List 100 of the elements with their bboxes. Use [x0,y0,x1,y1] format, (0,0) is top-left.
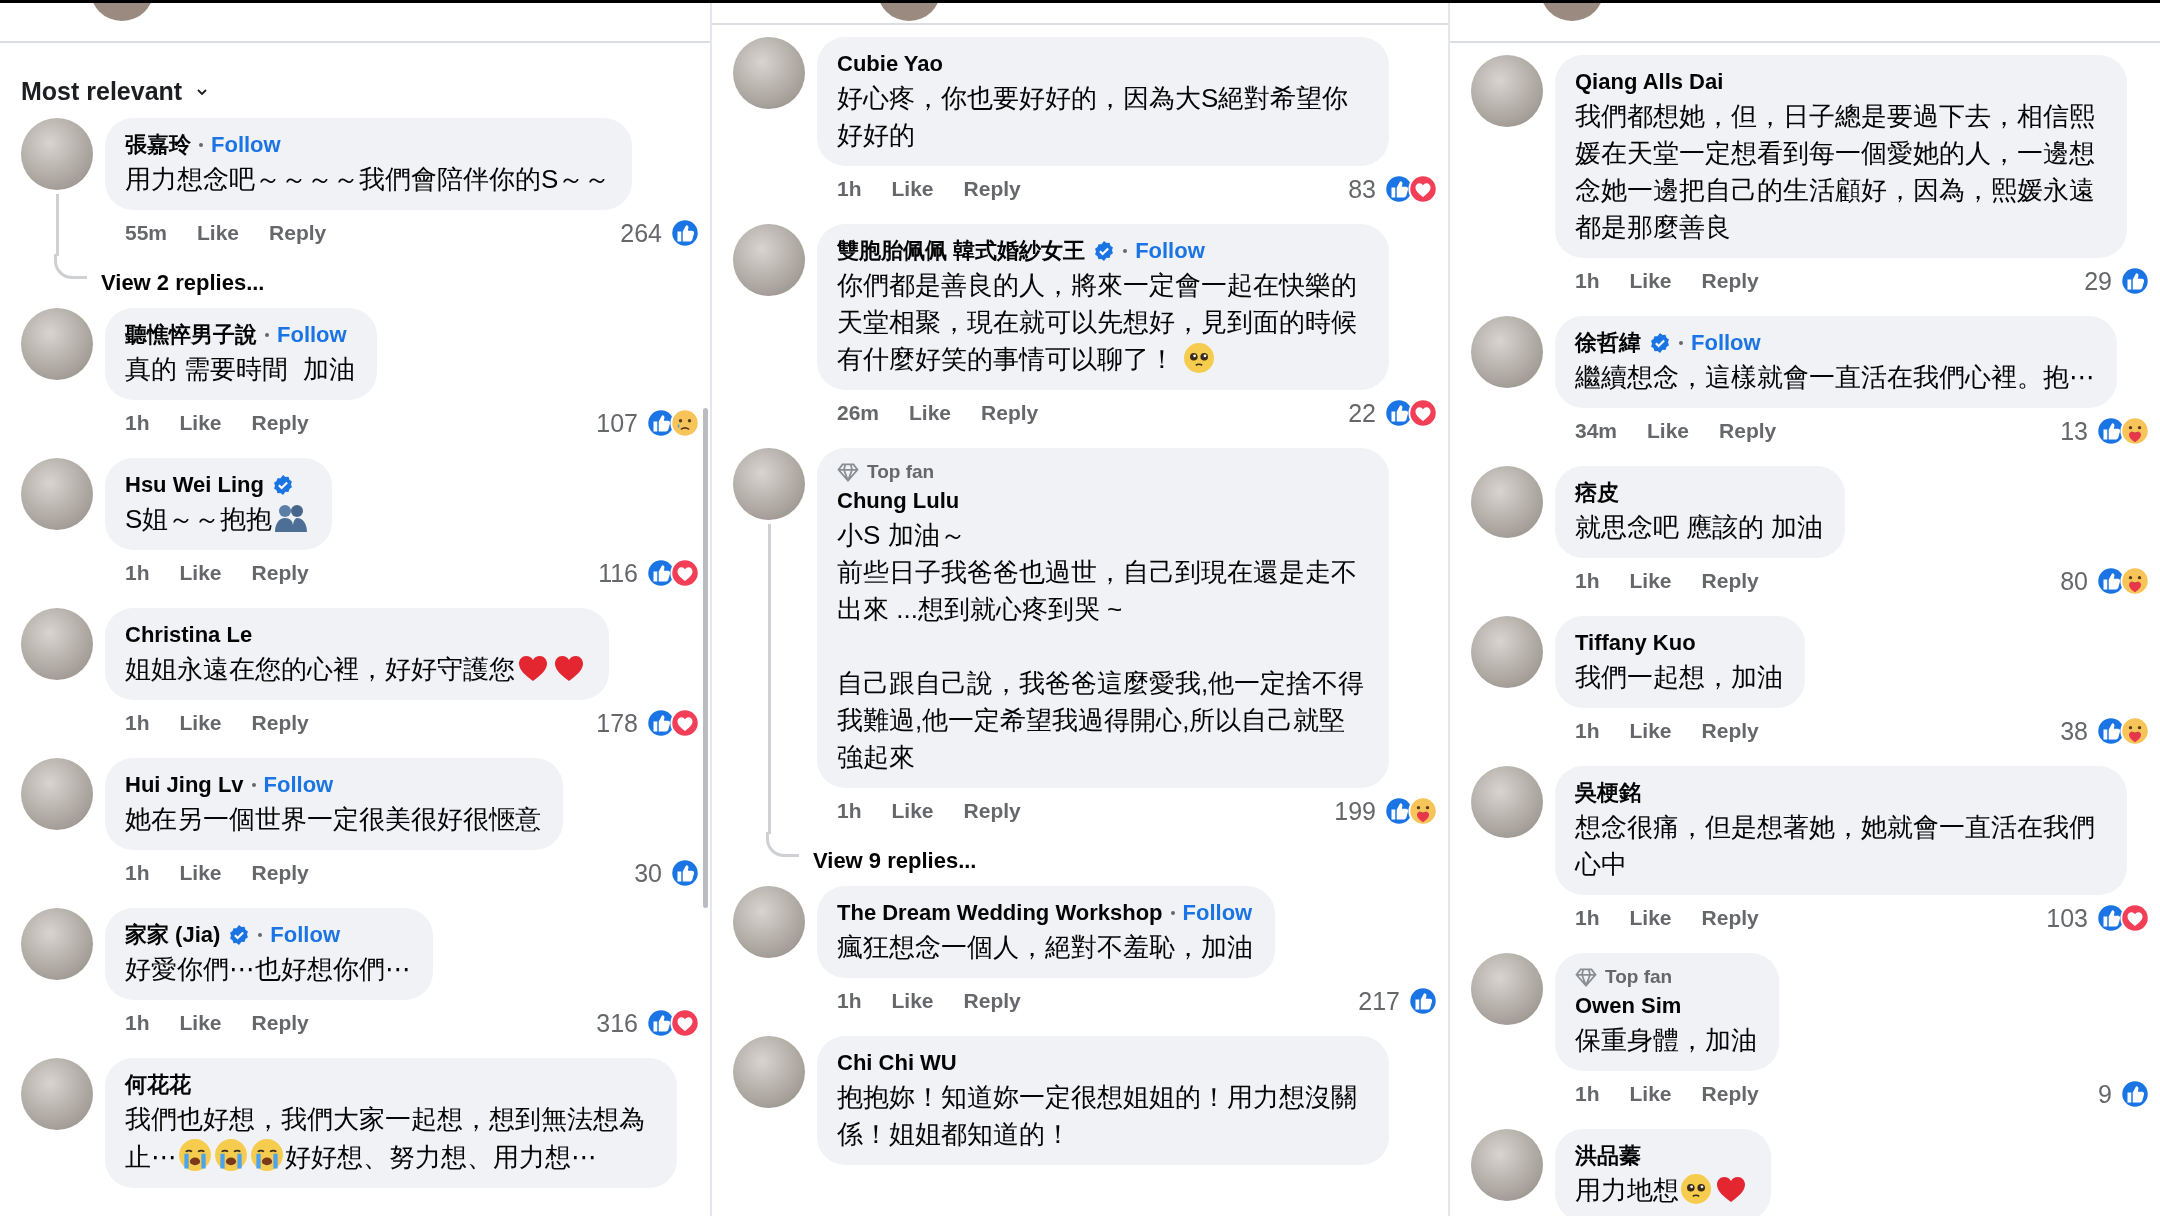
commenter-name[interactable]: Qiang Alls Dai [1575,69,1724,95]
reaction-count[interactable]: 199 [1334,796,1376,826]
reaction-count[interactable]: 83 [1348,174,1376,204]
reply-link[interactable]: Reply [269,221,327,245]
reaction-count[interactable]: 107 [596,408,638,438]
crying-face-icon [214,1138,248,1172]
like-link[interactable]: Like [1629,1082,1672,1106]
comment-text: 繼續想念，這樣就會一直活在我們心裡。抱⋯ [1575,361,2095,394]
reply-link[interactable]: Reply [251,1011,309,1035]
comment-time: 34m [1575,419,1618,443]
reaction-count[interactable]: 316 [596,1008,638,1038]
like-link[interactable]: Like [891,177,934,201]
comment-text: 真的 需要時間 加油 [125,353,355,386]
reaction-count[interactable]: 22 [1348,398,1376,428]
like-link[interactable]: Like [1647,419,1690,443]
commenter-name[interactable]: 何花花 [125,1070,191,1100]
reaction-count[interactable]: 38 [2060,716,2088,746]
reaction-count[interactable]: 13 [2060,416,2088,446]
commenter-name[interactable]: 吳梗銘 [1575,778,1641,808]
reply-link[interactable]: Reply [981,401,1039,425]
comment-text: 她在另一個世界一定很美很好很愜意 [125,803,541,836]
comment-text: 自己跟自己說，我爸爸這麼愛我,他一定捨不得我難過,他一定希望我過得開心,所以自己就堅強起來 [837,667,1366,774]
follow-link[interactable]: Follow [1182,900,1253,926]
reaction-count[interactable]: 30 [634,858,662,888]
follow-link[interactable]: Follow [277,322,347,348]
comment-time: 1h [125,1011,150,1035]
reaction-count[interactable]: 9 [2098,1079,2112,1109]
follow-link[interactable]: Follow [1135,238,1205,264]
reply-link[interactable]: Reply [1701,269,1759,293]
like-link[interactable]: Like [909,401,952,425]
like-link[interactable]: Like [1629,269,1672,293]
reaction-count[interactable]: 29 [2084,266,2112,296]
comment-text: 我們也好想，我們大家一起想，想到無法想為止⋯ 好好想、努力想、用力想⋯ [125,1103,646,1174]
reply-link[interactable]: Reply [1701,1082,1759,1106]
commenter-name[interactable]: 洪品蓁 [1575,1141,1641,1171]
comment-time: 1h [125,411,150,435]
follow-link[interactable]: Follow [270,922,340,948]
like-link[interactable]: Like [179,411,222,435]
comment-text: 姐姐永遠在您的心裡，好好守護您 [125,651,587,688]
reply-link[interactable]: Reply [251,711,309,735]
like-link[interactable]: Like [1629,906,1672,930]
commenter-name[interactable]: Owen Sim [1575,993,1682,1019]
view-replies-link[interactable]: View 9 replies... [813,848,977,874]
sort-dropdown[interactable]: Most relevant [21,77,183,106]
comment-time: 1h [837,799,862,823]
reply-link[interactable]: Reply [1719,419,1777,443]
like-link[interactable]: Like [179,861,222,885]
follow-link[interactable]: Follow [211,132,281,158]
commenter-name[interactable]: The Dream Wedding Workshop [837,900,1163,926]
reaction-count[interactable]: 80 [2060,566,2088,596]
follow-link[interactable]: Follow [1691,330,1761,356]
commenter-name[interactable]: Chi Chi WU [837,1050,957,1076]
commenter-name[interactable]: Chung Lulu [837,488,960,514]
reply-link[interactable]: Reply [251,861,309,885]
reaction-count[interactable]: 264 [620,218,662,248]
reply-link[interactable]: Reply [1701,906,1759,930]
commenter-name[interactable]: 聽憔悴男子說 [125,320,257,350]
commenter-name[interactable]: 雙胞胎佩佩 韓式婚紗女王 [837,236,1086,266]
like-link[interactable]: Like [1629,719,1672,743]
reaction-count[interactable]: 217 [1358,986,1400,1016]
reply-link[interactable]: Reply [1701,569,1759,593]
commenter-name[interactable]: Christina Le [125,622,253,648]
view-replies-link[interactable]: View 2 replies... [101,270,265,296]
reaction-count[interactable]: 116 [598,558,638,588]
like-link[interactable]: Like [891,989,934,1013]
reply-link[interactable]: Reply [251,411,309,435]
commenter-name[interactable]: Hui Jing Lv [125,772,244,798]
comment-time: 1h [1575,1082,1600,1106]
comment-text: 想念很痛，但是想著她，她就會一直活在我們心中 [1575,811,2096,881]
heart-reaction-icon [670,558,700,588]
comment-time: 1h [1575,719,1600,743]
like-link[interactable]: Like [1629,569,1672,593]
like-link[interactable]: Like [179,561,222,585]
comment-time: 55m [125,221,168,245]
commenter-name[interactable]: 痞皮 [1575,478,1619,508]
commenter-name[interactable]: Cubie Yao [837,51,943,77]
commenter-name[interactable]: Hsu Wei Ling [125,472,264,498]
reply-link[interactable]: Reply [1701,719,1759,743]
pleading-face-icon [1680,1173,1712,1205]
commenter-name[interactable]: 家家 (Jia) [125,920,221,950]
sad-face-icon [670,408,700,438]
reply-link[interactable]: Reply [963,177,1021,201]
comment-text: 好愛你們⋯也好想你們⋯ [125,953,411,986]
reaction-count[interactable]: 103 [2046,903,2088,933]
reply-link[interactable]: Reply [251,561,309,585]
commenter-name[interactable]: 徐哲緯 [1575,328,1641,358]
heart-reaction-icon [670,1008,700,1038]
reply-link[interactable]: Reply [963,799,1021,823]
commenter-name[interactable]: 張嘉玲 [125,130,191,160]
like-link[interactable]: Like [179,1011,222,1035]
reply-link[interactable]: Reply [963,989,1021,1013]
like-link[interactable]: Like [891,799,934,823]
like-link[interactable]: Like [179,711,222,735]
commenter-name[interactable]: Tiffany Kuo [1575,630,1696,656]
reaction-count[interactable]: 178 [596,708,638,738]
chevron-down-icon[interactable] [196,87,209,96]
scrollbar[interactable] [703,408,708,908]
follow-link[interactable]: Follow [263,772,334,798]
hugging-face-icon [2120,716,2150,746]
like-link[interactable]: Like [197,221,240,245]
